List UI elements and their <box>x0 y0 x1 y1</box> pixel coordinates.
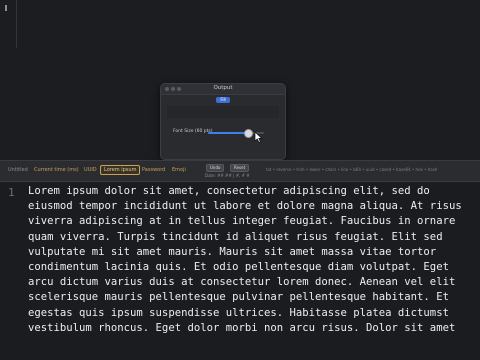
caret-icon <box>5 4 7 11</box>
slider-fill <box>208 132 249 134</box>
top-panel: Output Fill Font Size (60 pts) <box>0 0 480 160</box>
toolbar-item-password[interactable]: Password <box>142 167 165 173</box>
dialog-title: Output <box>213 85 233 91</box>
top-gutter-divider <box>16 0 17 48</box>
toolbar-item-emoji[interactable]: Emoji <box>172 167 186 173</box>
undo-button[interactable]: Undo <box>206 164 225 172</box>
line-number: 1 <box>8 186 15 199</box>
toolbar-item-lorem-ipsum[interactable]: Lorem ipsum <box>100 165 141 175</box>
reset-button[interactable]: Reset <box>230 164 250 172</box>
dialog-titlebar[interactable]: Output <box>161 84 285 95</box>
mouse-pointer-icon <box>254 131 263 143</box>
fill-button[interactable]: Fill <box>216 97 230 103</box>
toolbar-item-untitled[interactable]: Untitled <box>8 167 28 173</box>
toolbar-meta: Date: ##.## | #, # # <box>205 173 250 178</box>
dialog-band <box>167 106 279 118</box>
toolbar-item-uuid[interactable]: UUID <box>84 167 97 173</box>
text-editor[interactable]: 1 Lorem ipsum dolor sit amet, consectetu… <box>0 182 480 360</box>
slider-thumb[interactable] <box>244 129 254 138</box>
output-dialog: Output Fill Font Size (60 pts) <box>160 83 286 160</box>
font-size-label: Font Size (60 pts) <box>173 129 213 134</box>
toolbar-item-current-time[interactable]: Current time (ms) <box>34 167 79 173</box>
toolbar: Untitled Current time (ms) UUID Lorem ip… <box>0 160 480 182</box>
editor-content[interactable]: Lorem ipsum dolor sit amet, consectetur … <box>28 184 474 336</box>
transform-pipeline: txt • reverse • trim • lower • chars • l… <box>266 167 438 172</box>
